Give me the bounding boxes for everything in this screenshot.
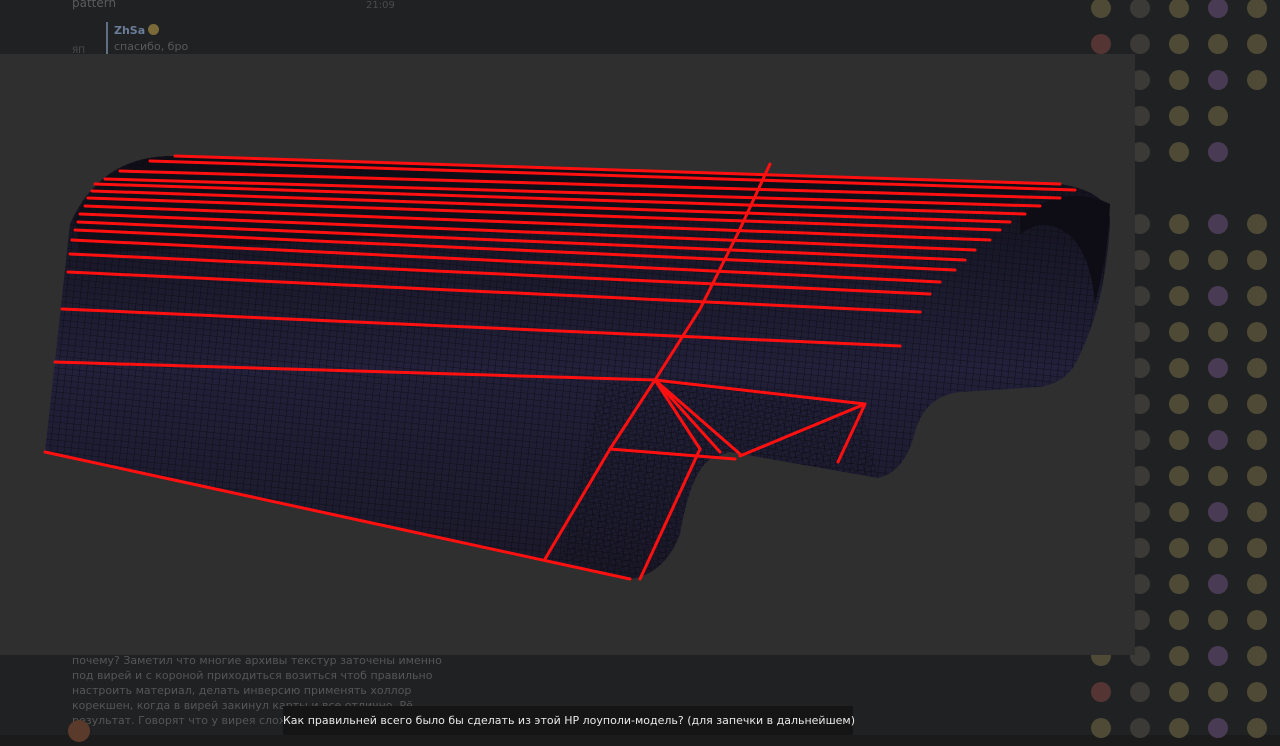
message-time: 21:09 [366, 0, 395, 11]
emoji-icon[interactable] [1169, 286, 1189, 306]
emoji-icon[interactable] [1247, 646, 1267, 666]
emoji-icon[interactable] [1169, 142, 1189, 162]
emoji-icon[interactable] [1247, 466, 1267, 486]
emoji-icon[interactable] [1247, 214, 1267, 234]
emoji-icon[interactable] [1247, 0, 1267, 18]
reply-quote-bar [106, 22, 108, 54]
emoji-icon[interactable] [1247, 106, 1267, 126]
emoji-icon[interactable] [1169, 0, 1189, 18]
emoji-icon[interactable] [1169, 466, 1189, 486]
emoji-icon[interactable] [1247, 286, 1267, 306]
emoji-icon[interactable] [1169, 682, 1189, 702]
emoji-icon[interactable] [1169, 214, 1189, 234]
emoji-icon[interactable] [1169, 106, 1189, 126]
emoji-icon[interactable] [1130, 682, 1150, 702]
emoji-icon[interactable] [1247, 430, 1267, 450]
emoji-icon[interactable] [1169, 502, 1189, 522]
emoji-icon[interactable] [1208, 718, 1228, 738]
reply-text: спасибо, бро [114, 40, 189, 53]
emoji-icon[interactable] [1130, 718, 1150, 738]
emoji-icon[interactable] [1208, 394, 1228, 414]
image-caption: Как правильней всего было бы сделать из … [283, 706, 855, 735]
emoji-icon[interactable] [1130, 34, 1150, 54]
emoji-icon[interactable] [1247, 538, 1267, 558]
emoji-icon[interactable] [1247, 574, 1267, 594]
emoji-icon[interactable] [1208, 502, 1228, 522]
emoji-icon[interactable] [1247, 610, 1267, 630]
emoji-icon[interactable] [1247, 70, 1267, 90]
emoji-icon[interactable] [1208, 538, 1228, 558]
emoji-icon[interactable] [1208, 574, 1228, 594]
emoji-icon[interactable] [1247, 250, 1267, 270]
emoji-icon [148, 24, 160, 35]
emoji-icon[interactable] [1208, 250, 1228, 270]
emoji-icon[interactable] [1247, 178, 1267, 198]
emoji-icon[interactable] [1247, 502, 1267, 522]
emoji-icon[interactable] [1208, 34, 1228, 54]
emoji-icon[interactable] [1091, 682, 1111, 702]
emoji-icon[interactable] [1169, 610, 1189, 630]
emoji-icon[interactable] [1169, 178, 1189, 198]
emoji-icon[interactable] [1169, 34, 1189, 54]
emoji-icon[interactable] [1130, 0, 1150, 18]
emoji-icon[interactable] [1169, 574, 1189, 594]
emoji-icon[interactable] [1208, 70, 1228, 90]
emoji-icon[interactable] [1208, 214, 1228, 234]
emoji-icon[interactable] [1169, 70, 1189, 90]
emoji-icon[interactable] [1169, 718, 1189, 738]
emoji-icon[interactable] [1169, 358, 1189, 378]
emoji-icon[interactable] [1247, 682, 1267, 702]
reply-author-name: ZhSa [114, 24, 146, 37]
emoji-icon[interactable] [1091, 718, 1111, 738]
emoji-icon[interactable] [1208, 646, 1228, 666]
emoji-icon[interactable] [1247, 394, 1267, 414]
emoji-icon[interactable] [1208, 430, 1228, 450]
emoji-icon[interactable] [1208, 178, 1228, 198]
emoji-icon[interactable] [1169, 538, 1189, 558]
emoji-icon[interactable] [1247, 322, 1267, 342]
emoji-icon[interactable] [1208, 0, 1228, 18]
emoji-icon[interactable] [1169, 430, 1189, 450]
avatar[interactable] [68, 720, 90, 742]
emoji-icon[interactable] [1247, 142, 1267, 162]
emoji-icon[interactable] [1169, 250, 1189, 270]
image-viewer[interactable] [0, 54, 1135, 655]
emoji-icon[interactable] [1169, 322, 1189, 342]
emoji-icon[interactable] [1208, 106, 1228, 126]
emoji-icon[interactable] [1169, 394, 1189, 414]
emoji-icon[interactable] [1208, 322, 1228, 342]
message-text: pattern [72, 0, 117, 10]
emoji-icon[interactable] [1208, 610, 1228, 630]
emoji-icon[interactable] [1091, 0, 1111, 18]
emoji-icon[interactable] [1208, 142, 1228, 162]
emoji-icon[interactable] [1169, 646, 1189, 666]
reply-author[interactable]: ZhSa [114, 24, 160, 37]
mesh-image [43, 154, 1111, 581]
avatar[interactable]: ЯП [72, 46, 90, 56]
emoji-icon[interactable] [1208, 682, 1228, 702]
emoji-icon[interactable] [1247, 358, 1267, 378]
emoji-icon[interactable] [1091, 34, 1111, 54]
emoji-icon[interactable] [1247, 718, 1267, 738]
emoji-icon[interactable] [1208, 358, 1228, 378]
emoji-icon[interactable] [1208, 286, 1228, 306]
emoji-icon[interactable] [1247, 34, 1267, 54]
emoji-icon[interactable] [1208, 466, 1228, 486]
